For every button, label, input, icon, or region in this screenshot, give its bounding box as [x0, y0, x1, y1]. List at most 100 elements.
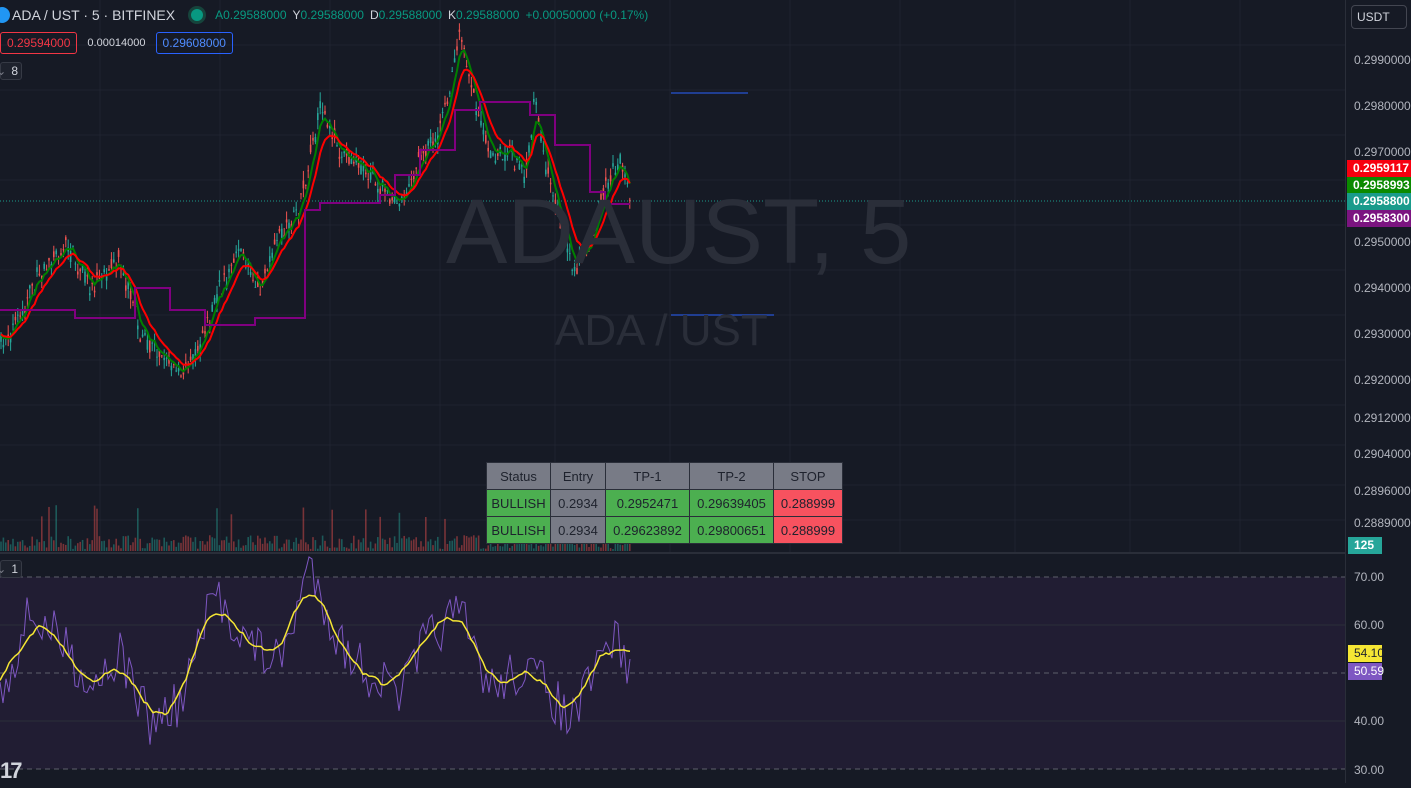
volume-bar [360, 542, 362, 551]
candle-body [597, 207, 600, 209]
candle-body [367, 178, 369, 180]
rsi-chart[interactable] [0, 554, 1345, 783]
price-label: 0.2904000 [1354, 447, 1411, 461]
candle-body [470, 85, 473, 88]
candle-body [321, 112, 324, 114]
candle-body [441, 112, 444, 114]
volume-bar [446, 543, 449, 551]
col-tp1: TP-1 [605, 462, 690, 490]
symbol-title[interactable]: ADA / UST · 5 · BITFINEX [12, 7, 175, 23]
volume-bar [386, 544, 389, 551]
volume-bar [141, 548, 144, 551]
volume-bar [290, 548, 293, 551]
candle-body [439, 120, 441, 124]
volume-bar [297, 543, 300, 551]
candle-body [89, 293, 91, 296]
candle-body [350, 159, 353, 164]
candle-body [489, 151, 492, 159]
candle-body [29, 285, 31, 289]
candle-body [103, 269, 105, 273]
candle-body [341, 156, 343, 158]
volume-bar [170, 540, 173, 551]
stop-cell: 0.288999 [773, 516, 843, 544]
table-row: BULLISH 0.2934 0.29623892 0.29800651 0.2… [486, 516, 843, 544]
volume-bar [266, 543, 269, 551]
sell-button[interactable]: 0.29594000 [0, 32, 78, 54]
volume-bar [201, 541, 204, 551]
volume-bar [319, 545, 321, 551]
price-label: 0.2889000 [1354, 516, 1411, 530]
volume-bar [21, 540, 24, 551]
price-label: 0.2970000 [1354, 145, 1411, 159]
volume-bar [609, 548, 612, 551]
rsi-tag: 50.59 [1348, 663, 1384, 680]
candle-body [288, 222, 290, 230]
volume-bar [333, 547, 336, 551]
candle-body [557, 208, 559, 210]
volume-bar [367, 547, 369, 551]
indicators-toggle-main[interactable]: ⌄ 8 [0, 62, 22, 80]
candle-body [43, 263, 45, 269]
volume-bar [374, 543, 377, 551]
candle-body [324, 110, 326, 114]
candle-body [254, 286, 257, 288]
col-stop: STOP [773, 462, 843, 490]
candle-body [619, 154, 621, 164]
candle-body [449, 92, 451, 94]
buy-button[interactable]: 0.29608000 [155, 32, 233, 54]
rsi-label: 40.00 [1354, 714, 1385, 728]
candle-body [264, 268, 266, 274]
volume-bar [357, 539, 360, 551]
volume-bar [458, 547, 461, 551]
candle-body [230, 264, 233, 266]
volume-bar [187, 536, 189, 551]
volume-bar [398, 512, 401, 551]
volume-bar [456, 536, 458, 551]
volume-bar [48, 506, 50, 551]
volume-bar [177, 542, 180, 551]
volume-bar [494, 546, 497, 551]
candle-body [365, 172, 367, 175]
candle-body [293, 210, 295, 212]
volume-bar [482, 548, 485, 551]
candle-body [434, 138, 437, 142]
indicators-toggle-rsi[interactable]: ⌄ 1 [0, 560, 22, 578]
volume-bar [453, 538, 456, 551]
volume-bar [312, 537, 314, 551]
volume-bar [117, 545, 120, 551]
candle-body [2, 344, 5, 348]
candle-body [415, 167, 417, 169]
volume-bar [391, 547, 393, 551]
volume-bar [317, 548, 319, 551]
candle-body [600, 194, 602, 204]
rsi-pane[interactable] [0, 554, 1345, 783]
volume-bar [192, 541, 194, 551]
status-cell: BULLISH [486, 489, 551, 517]
col-tp2: TP-2 [689, 462, 774, 490]
price-label: 0.2990000 [1354, 53, 1411, 67]
candle-body [343, 151, 345, 154]
price-change: +0.00050000 (+0.17%) [525, 8, 649, 22]
volume-bar [588, 547, 590, 551]
candle-body [137, 325, 139, 330]
volume-bar [331, 509, 333, 551]
currency-dropdown[interactable]: USDT [1351, 5, 1407, 29]
candle-body [12, 323, 14, 326]
volume-bar [158, 539, 161, 551]
volume-bar [463, 535, 465, 551]
col-entry: Entry [550, 462, 606, 490]
volume-bar [470, 536, 473, 551]
candle-body [593, 227, 595, 229]
table-row: BULLISH 0.2934 0.2952471 0.29639405 0.28… [486, 489, 843, 517]
candle-body [48, 258, 50, 261]
candle-body [545, 169, 547, 175]
candle-body [561, 223, 564, 226]
candle-body [146, 339, 149, 350]
volume-bar [74, 545, 77, 551]
volume-bar [480, 548, 482, 551]
volume-bar [24, 545, 26, 551]
volume-bar [285, 539, 288, 551]
volume-bar [309, 548, 312, 551]
volume-bar [129, 545, 132, 551]
volume-bar [283, 543, 285, 551]
